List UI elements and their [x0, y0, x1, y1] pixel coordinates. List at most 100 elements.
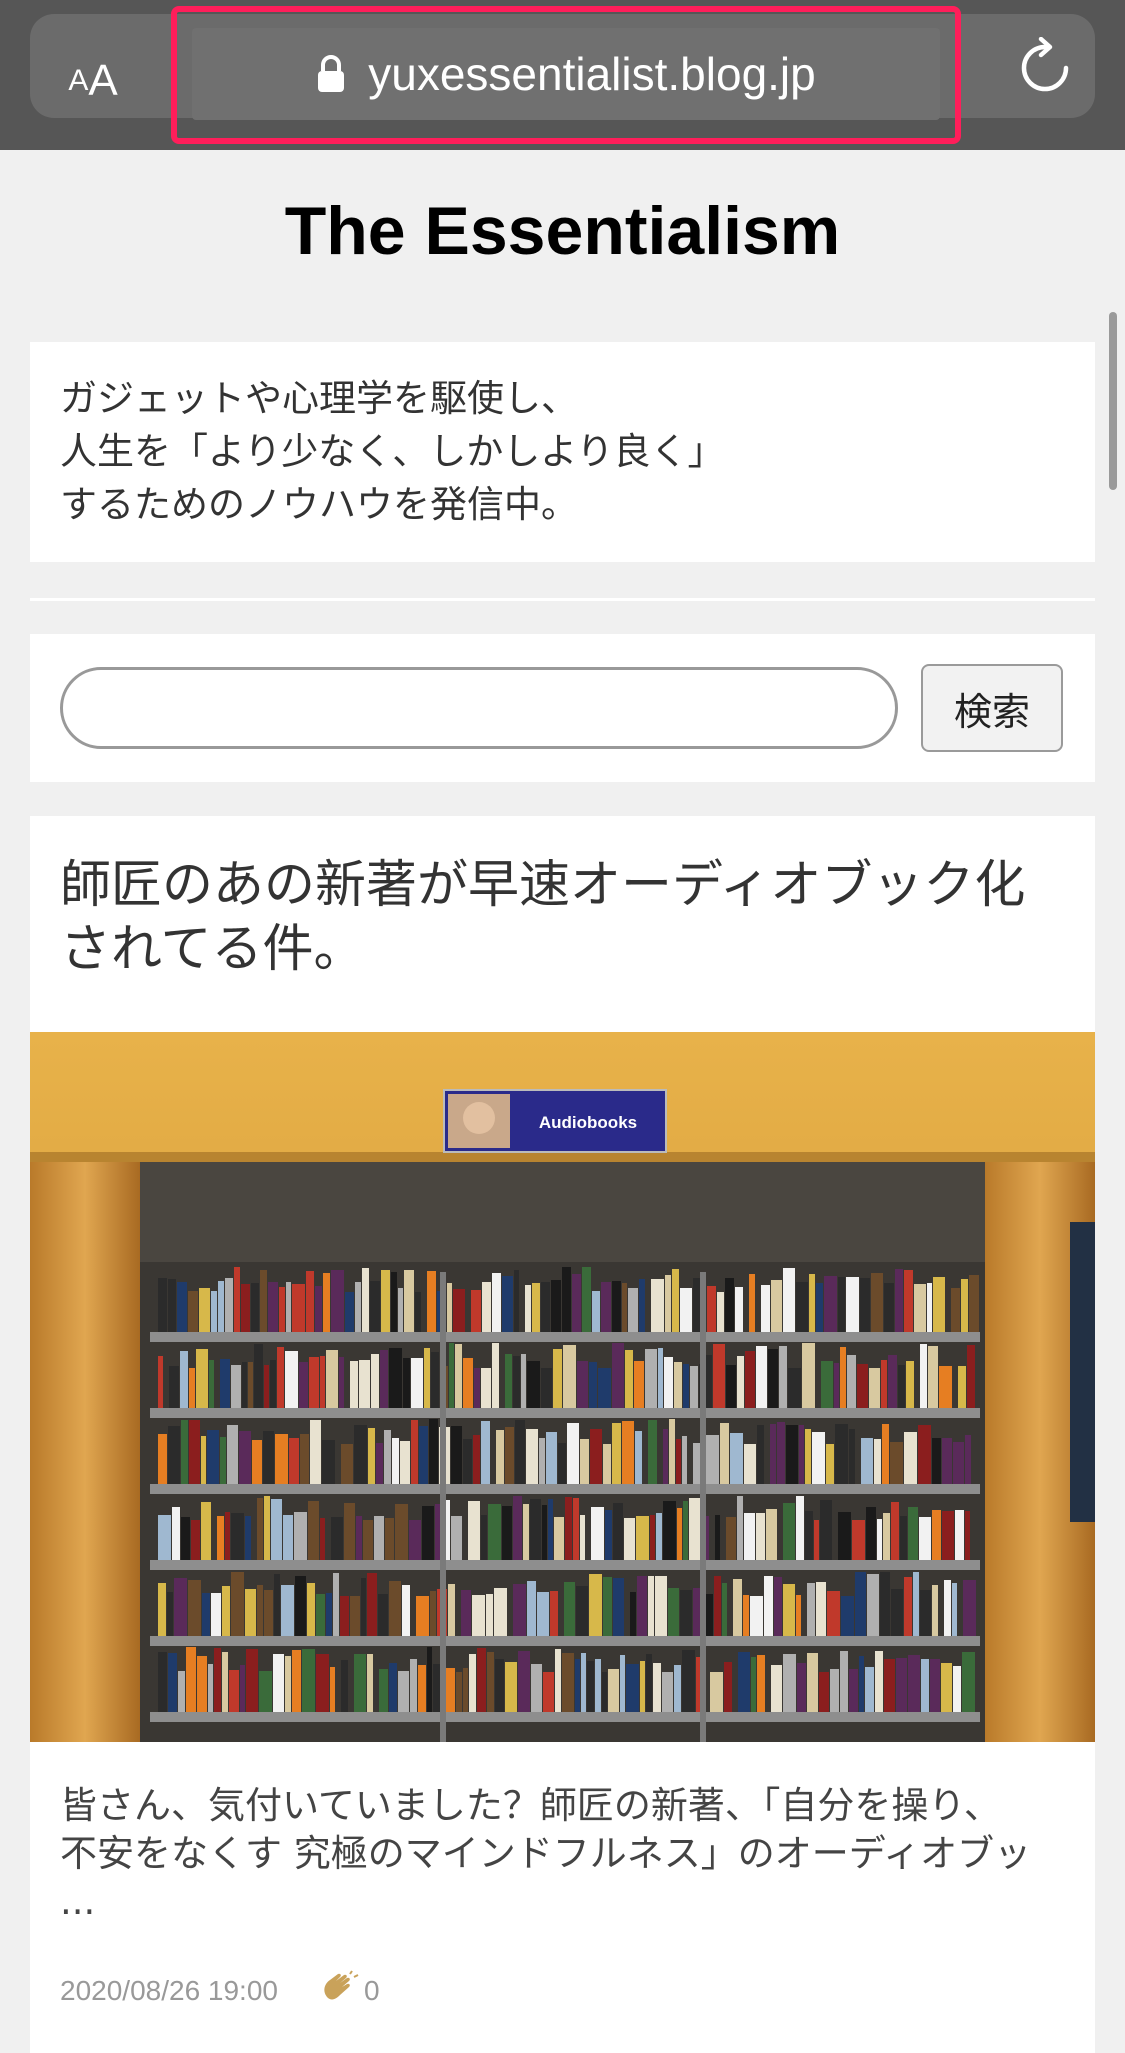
book-spine: [231, 1513, 244, 1560]
book-spine: [456, 1672, 462, 1712]
book-spine: [805, 1511, 813, 1560]
book-spine: [816, 1283, 823, 1332]
url-text: yuxessentialist.blog.jp: [368, 48, 816, 100]
book-spine: [514, 1270, 519, 1332]
web-page: The Essentialism ガジェットや心理学を駆使し、 人生を「より少な…: [0, 150, 1125, 2053]
article-title[interactable]: 師匠のあの新著が早速オーディオブック化されてる件。: [60, 854, 1035, 982]
book-spine: [603, 1444, 611, 1484]
book-spine: [181, 1420, 188, 1484]
book-spine: [771, 1280, 782, 1332]
search-card: 検索: [30, 634, 1095, 782]
book-spine: [821, 1361, 833, 1408]
book-spine: [268, 1282, 278, 1332]
book-spine: [539, 1438, 545, 1484]
book-spine: [891, 1502, 899, 1560]
description-line: するためのノウハウを発信中。: [60, 483, 578, 526]
book-spine: [410, 1659, 417, 1712]
book-spine: [645, 1349, 657, 1408]
book-spine: [242, 1362, 247, 1408]
book-spine: [555, 1649, 561, 1712]
book-spine: [717, 1292, 724, 1332]
book-spine: [573, 1498, 579, 1560]
book-spine: [768, 1349, 778, 1408]
book-spine: [639, 1279, 645, 1332]
book-spine: [730, 1433, 743, 1484]
book-spine: [527, 1581, 536, 1636]
search-button[interactable]: 検索: [921, 664, 1063, 752]
book-spine: [884, 1283, 894, 1332]
shelf-plank: [150, 1712, 980, 1722]
book-spine: [830, 1669, 839, 1712]
book-spine: [333, 1573, 339, 1636]
book-spine: [474, 1368, 480, 1408]
book-spine: [186, 1647, 196, 1712]
book-spine: [471, 1290, 481, 1332]
book-spine: [486, 1594, 493, 1636]
book-spine: [622, 1283, 627, 1332]
book-spine: [378, 1594, 388, 1636]
book-spine: [737, 1356, 744, 1408]
book-spine: [969, 1275, 979, 1332]
book-spine: [449, 1343, 454, 1408]
book-spine: [189, 1368, 195, 1408]
book-spine: [846, 1277, 859, 1332]
book-spine: [455, 1344, 462, 1408]
search-input[interactable]: [60, 667, 898, 749]
book-spine: [714, 1576, 721, 1636]
book-spine: [546, 1432, 557, 1484]
book-spine: [447, 1283, 452, 1332]
book-spine: [331, 1270, 344, 1332]
book-spine: [840, 1347, 846, 1408]
book-spine: [502, 1276, 513, 1332]
book-spine: [315, 1286, 322, 1332]
book-spine: [481, 1421, 490, 1484]
book-spine: [952, 1583, 957, 1636]
book-spine: [942, 1511, 954, 1560]
site-title[interactable]: The Essentialism: [0, 192, 1125, 270]
book-spine: [797, 1663, 806, 1712]
book-spine: [392, 1438, 399, 1484]
book-spine: [174, 1578, 187, 1636]
book-spine: [744, 1513, 755, 1560]
book-spine: [663, 1429, 668, 1484]
book-spine: [612, 1281, 621, 1332]
clap-icon[interactable]: [320, 1970, 360, 2011]
book-spine: [422, 1506, 434, 1560]
book-spine: [665, 1275, 671, 1332]
book-spine: [861, 1438, 873, 1484]
scrollbar[interactable]: [1109, 312, 1117, 490]
book-spine: [177, 1282, 187, 1332]
book-spine: [932, 1438, 941, 1484]
book-spine: [608, 1669, 619, 1712]
shelf-divider: [440, 1272, 446, 1742]
book-spine: [488, 1504, 501, 1560]
reload-icon[interactable]: [1015, 30, 1075, 102]
book-spine: [655, 1576, 667, 1636]
book-spine: [896, 1658, 907, 1712]
shelf-plank: [150, 1408, 980, 1418]
book-spine: [302, 1649, 315, 1712]
address-bar[interactable]: yuxessentialist.blog.jp: [192, 28, 940, 120]
book-spine: [565, 1497, 572, 1560]
book-spine: [891, 1589, 903, 1636]
book-spine: [809, 1274, 815, 1332]
book-spine: [225, 1278, 233, 1332]
book-spine: [548, 1499, 553, 1560]
book-spine: [482, 1282, 491, 1332]
book-spine: [847, 1355, 856, 1408]
book-spine: [495, 1659, 504, 1712]
book-spine: [424, 1348, 430, 1408]
article-image[interactable]: Audiobooks: [30, 1032, 1095, 1742]
book-spine: [713, 1344, 725, 1408]
book-spine: [286, 1282, 291, 1332]
book-spine: [477, 1648, 486, 1712]
book-spine: [900, 1516, 907, 1560]
book-spine: [367, 1654, 373, 1712]
book-spine: [920, 1344, 927, 1408]
text-size-button[interactable]: AA: [58, 30, 128, 106]
book-spine: [553, 1349, 562, 1408]
book-spine: [492, 1273, 501, 1332]
shelf-plank: [150, 1560, 980, 1570]
book-spine: [680, 1590, 692, 1636]
book-spine: [461, 1590, 471, 1636]
